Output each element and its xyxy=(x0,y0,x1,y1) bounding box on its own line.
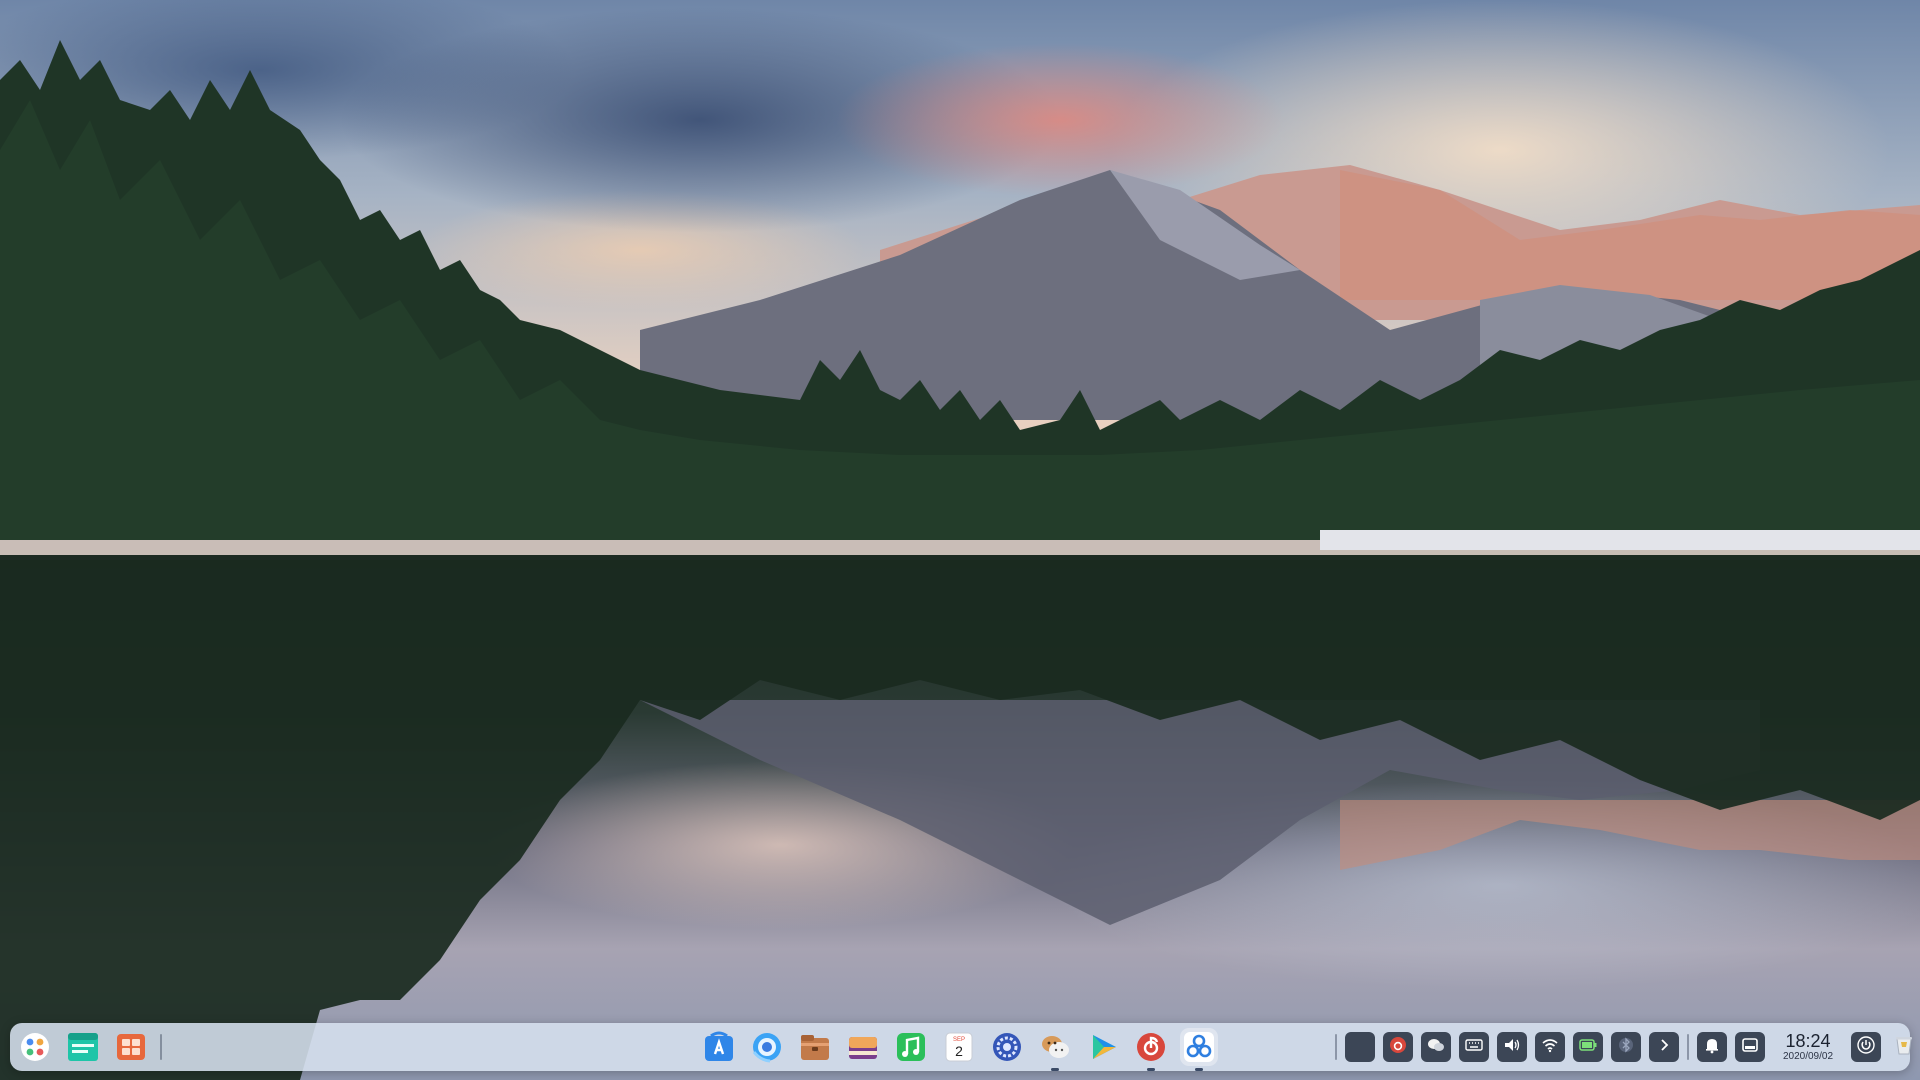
browser-button[interactable] xyxy=(748,1028,786,1066)
calendar-icon: SEP 2 xyxy=(942,1030,976,1064)
keyboard-icon xyxy=(1464,1035,1484,1060)
calendar-day: 2 xyxy=(955,1043,963,1059)
file-manager-button[interactable] xyxy=(796,1028,834,1066)
trash-button[interactable] xyxy=(1889,1032,1919,1062)
tray-netease-button[interactable] xyxy=(1383,1032,1413,1062)
tray-wechat-button[interactable] xyxy=(1421,1032,1451,1062)
video-player-icon xyxy=(1086,1030,1120,1064)
image-viewer-icon xyxy=(846,1030,880,1064)
calendar-button[interactable]: SEP 2 xyxy=(940,1028,978,1066)
running-indicator xyxy=(1195,1068,1203,1071)
multitasking-view-button[interactable] xyxy=(64,1028,102,1066)
tray-netease-icon xyxy=(1388,1035,1408,1060)
wifi-icon xyxy=(1540,1035,1560,1060)
tray-app-button[interactable] xyxy=(1345,1032,1375,1062)
notification-center-icon xyxy=(1740,1035,1760,1060)
bluetooth-button[interactable] xyxy=(1611,1032,1641,1062)
dock-apps-section: SEP 2 xyxy=(700,1023,1218,1071)
expand-tray-button[interactable] xyxy=(1649,1032,1679,1062)
power-button[interactable] xyxy=(1851,1032,1881,1062)
notification-center-button[interactable] xyxy=(1735,1032,1765,1062)
netease-music-button[interactable] xyxy=(1132,1028,1170,1071)
volume-button[interactable] xyxy=(1497,1032,1527,1062)
wallpaper-reflection xyxy=(0,560,1920,1080)
battery-button[interactable] xyxy=(1573,1032,1603,1062)
running-indicator xyxy=(1051,1068,1059,1071)
system-tray: 18:24 2020/09/02 xyxy=(1335,1023,1919,1071)
taskbar-dock: SEP 2 18:24 2020/09/02 xyxy=(10,1023,1912,1071)
expand-tray-icon xyxy=(1654,1035,1674,1060)
launcher-icon xyxy=(19,1031,51,1063)
multitasking-view-icon xyxy=(66,1030,100,1064)
netease-music-icon xyxy=(1134,1030,1168,1064)
app-store-button[interactable] xyxy=(700,1028,738,1066)
settings-icon xyxy=(990,1030,1024,1064)
wechat-button[interactable] xyxy=(1036,1028,1074,1071)
battery-icon xyxy=(1578,1035,1598,1060)
browser-icon xyxy=(750,1030,784,1064)
music-button[interactable] xyxy=(892,1028,930,1066)
keyboard-button[interactable] xyxy=(1459,1032,1489,1062)
tray-wechat-icon xyxy=(1426,1035,1446,1060)
notification-bell-icon xyxy=(1702,1035,1722,1060)
wechat-icon xyxy=(1038,1030,1072,1064)
dock-left-section xyxy=(16,1023,162,1071)
bluetooth-icon xyxy=(1616,1035,1636,1060)
wifi-button[interactable] xyxy=(1535,1032,1565,1062)
clock-date: 2020/09/02 xyxy=(1782,1051,1834,1062)
show-desktop-button[interactable] xyxy=(112,1028,150,1066)
clock-widget[interactable]: 18:24 2020/09/02 xyxy=(1773,1027,1843,1067)
show-desktop-icon xyxy=(115,1031,147,1063)
desktop-wallpaper xyxy=(0,0,1920,1080)
app-store-icon xyxy=(702,1030,736,1064)
trash-icon xyxy=(1892,1033,1916,1062)
dock-separator xyxy=(1335,1034,1337,1060)
video-player-button[interactable] xyxy=(1084,1028,1122,1066)
dock-separator xyxy=(160,1034,162,1060)
volume-icon xyxy=(1502,1035,1522,1060)
clock-time: 18:24 xyxy=(1785,1031,1831,1051)
music-icon xyxy=(894,1030,928,1064)
control-center-icon xyxy=(1182,1030,1216,1064)
power-icon xyxy=(1856,1035,1876,1060)
settings-button[interactable] xyxy=(988,1028,1026,1066)
running-indicator xyxy=(1147,1068,1155,1071)
file-manager-icon xyxy=(798,1030,832,1064)
notification-bell-button[interactable] xyxy=(1697,1032,1727,1062)
control-center-button[interactable] xyxy=(1180,1028,1218,1071)
dock-separator xyxy=(1687,1034,1689,1060)
image-viewer-button[interactable] xyxy=(844,1028,882,1066)
launcher-button[interactable] xyxy=(16,1028,54,1066)
